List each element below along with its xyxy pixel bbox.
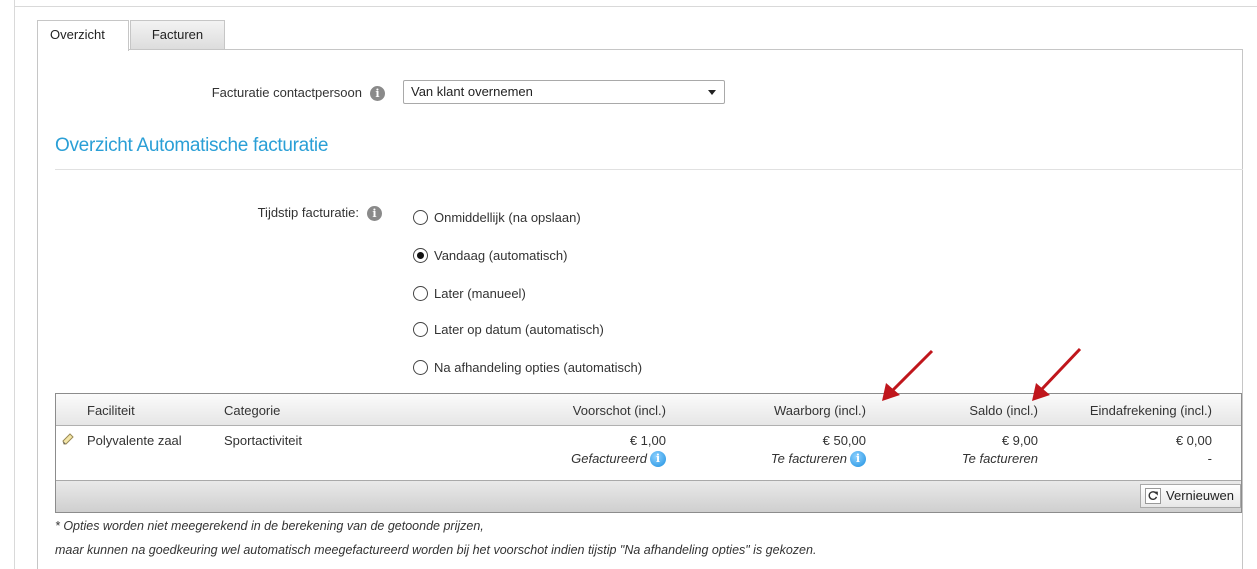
cell-eindafrekening-status: - [1207, 451, 1212, 466]
cell-waarborg: € 50,00 [822, 433, 866, 448]
radio-label: Na afhandeling opties (automatisch) [434, 360, 643, 375]
cell-voorschot-status: Gefactureerd i [476, 450, 666, 468]
tab-facturen[interactable]: Facturen [130, 20, 225, 50]
footnote-line-2: maar kunnen na goedkeuring wel automatis… [55, 543, 817, 557]
header-faciliteit[interactable]: Faciliteit [87, 403, 135, 418]
radio-label: Later (manueel) [434, 286, 526, 301]
waarborg-status-text: Te factureren [770, 451, 847, 466]
radio-label: Later op datum (automatisch) [434, 322, 604, 337]
contact-select-value: Van klant overnemen [411, 84, 533, 99]
section-title: Overzicht Automatische facturatie [55, 135, 329, 156]
dropdown-caret-icon [708, 90, 716, 95]
radio-button[interactable] [413, 210, 428, 226]
header-saldo[interactable]: Saldo (incl.) [856, 403, 1038, 418]
radio-na-afhandeling[interactable]: Na afhandeling opties (automatisch) [413, 359, 642, 377]
timing-label-row: Tijdstip facturatie: i [160, 205, 382, 222]
cell-saldo: € 9,00 [1001, 433, 1038, 448]
info-icon[interactable]: i [367, 206, 382, 222]
refresh-label: Vernieuwen [1166, 488, 1234, 503]
radio-later-op-datum[interactable]: Later op datum (automatisch) [413, 321, 604, 339]
billing-table: Faciliteit Categorie Voorschot (incl.) W… [55, 393, 1242, 513]
header-waarborg[interactable]: Waarborg (incl.) [676, 403, 866, 418]
contact-select[interactable]: Van klant overnemen [403, 80, 725, 104]
timing-label: Tijdstip facturatie: [257, 205, 359, 220]
radio-vandaag[interactable]: Vandaag (automatisch) [413, 247, 567, 265]
radio-button-checked[interactable] [413, 248, 428, 264]
annotation-arrow-saldo [1032, 347, 1082, 401]
cell-waarborg-status: Te factureren i [676, 450, 866, 468]
tab-overzicht[interactable]: Overzicht [37, 20, 129, 51]
refresh-icon [1145, 487, 1162, 504]
cell-faciliteit: Polyvalente zaal [87, 433, 182, 448]
info-icon[interactable]: i [650, 450, 666, 467]
frame-top-border [14, 6, 1257, 7]
frame-left-border [14, 0, 15, 569]
header-voorschot[interactable]: Voorschot (incl.) [476, 403, 666, 418]
cell-voorschot: € 1,00 [629, 433, 666, 448]
radio-button[interactable] [413, 322, 428, 338]
radio-label: Vandaag (automatisch) [434, 248, 568, 263]
radio-later-manueel[interactable]: Later (manueel) [413, 285, 526, 303]
cell-eindafrekening: € 0,00 [1175, 433, 1212, 448]
footnote-line-1: * Opties worden niet meegerekend in de b… [55, 519, 484, 533]
radio-button[interactable] [413, 360, 428, 376]
refresh-button[interactable]: Vernieuwen [1140, 484, 1241, 508]
header-eindafrekening[interactable]: Eindafrekening (incl.) [1026, 403, 1212, 418]
edit-icon[interactable] [61, 432, 75, 446]
contact-label-row: Facturatie contactpersoon i [140, 85, 385, 102]
section-divider [55, 169, 1243, 170]
cell-categorie: Sportactiviteit [224, 433, 303, 448]
radio-onmiddellijk[interactable]: Onmiddellijk (na opslaan) [413, 209, 581, 227]
radio-label: Onmiddellijk (na opslaan) [434, 210, 581, 225]
radio-button[interactable] [413, 286, 428, 302]
header-categorie[interactable]: Categorie [224, 403, 280, 418]
annotation-arrow-waarborg [882, 349, 934, 401]
cell-saldo-status: Te factureren [961, 451, 1038, 466]
info-icon[interactable]: i [370, 86, 385, 102]
contact-label: Facturatie contactpersoon [211, 85, 362, 100]
table-footer: Vernieuwen [56, 480, 1241, 512]
voorschot-status-text: Gefactureerd [571, 451, 647, 466]
